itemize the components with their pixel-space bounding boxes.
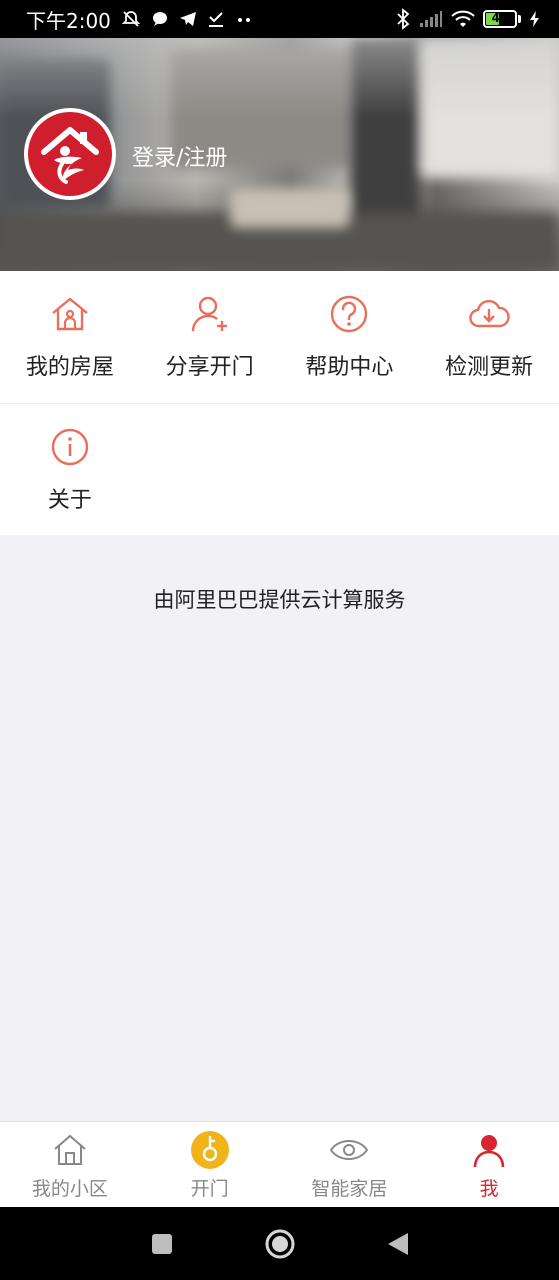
battery-icon: 45 (483, 10, 521, 28)
person-icon (473, 1135, 505, 1168)
more-dots-icon (237, 18, 250, 22)
chat-icon (152, 12, 167, 26)
tab-me[interactable]: 我 (419, 1122, 559, 1207)
home-icon (54, 1134, 86, 1165)
info-icon (51, 428, 89, 466)
wifi-icon (451, 10, 475, 27)
tab-open-door[interactable]: 开门 (140, 1122, 280, 1207)
feature-menu: 我的房屋 分享开门 帮助中心 检测更新 关于 (0, 271, 559, 535)
tab-label: 开门 (190, 1178, 229, 1200)
menu-item-my-house[interactable]: 我的房屋 (0, 271, 140, 403)
charging-icon (530, 11, 539, 27)
menu-row: 关于 (0, 403, 559, 535)
tab-label: 我 (479, 1178, 499, 1200)
tab-smart-home[interactable]: 智能家居 (280, 1122, 420, 1207)
bluetooth-icon (397, 8, 410, 30)
tab-my-community[interactable]: 我的小区 (0, 1122, 140, 1207)
status-right-icons: 45 (395, 8, 541, 30)
menu-label: 我的房屋 (25, 355, 114, 380)
menu-item-about[interactable]: 关于 (0, 404, 140, 535)
menu-label: 分享开门 (165, 355, 254, 380)
status-bar: 下午2:00 45 (0, 0, 559, 38)
menu-item-help-center[interactable]: 帮助中心 (280, 271, 420, 403)
app-logo-icon (41, 127, 99, 184)
status-time: 下午2:00 (26, 8, 111, 33)
recents-button[interactable] (150, 1232, 174, 1256)
system-navigation-bar (0, 1207, 559, 1280)
tab-label: 智能家居 (311, 1178, 388, 1200)
house-icon (52, 297, 88, 331)
menu-item-check-update[interactable]: 检测更新 (419, 271, 559, 403)
cloud-provider-note: 由阿里巴巴提供云计算服务 (153, 588, 406, 612)
download-done-icon (208, 12, 223, 27)
bottom-tab-bar: 我的小区 开门 智能家居 我 (0, 1121, 559, 1207)
help-icon (331, 295, 368, 333)
eye-icon (330, 1140, 369, 1160)
profile-header: 登录/注册 (0, 38, 559, 271)
home-button[interactable] (264, 1228, 296, 1260)
signal-icon (420, 11, 442, 27)
menu-item-share-door[interactable]: 分享开门 (140, 271, 280, 403)
key-icon (190, 1131, 229, 1169)
cloud-download-icon (469, 299, 510, 328)
menu-label: 帮助中心 (305, 355, 394, 380)
login-register-link[interactable]: 登录/注册 (132, 140, 227, 172)
menu-row: 我的房屋 分享开门 帮助中心 检测更新 (0, 271, 559, 403)
add-user-icon (191, 296, 227, 332)
battery-level: 45 (491, 11, 509, 25)
tab-label: 我的小区 (31, 1178, 108, 1200)
menu-label: 检测更新 (445, 355, 534, 380)
mute-icon (121, 11, 141, 27)
status-left-icons (121, 9, 253, 29)
back-button[interactable] (386, 1231, 410, 1257)
avatar[interactable] (24, 108, 116, 200)
telegram-icon (179, 12, 196, 26)
menu-label: 关于 (47, 488, 92, 513)
